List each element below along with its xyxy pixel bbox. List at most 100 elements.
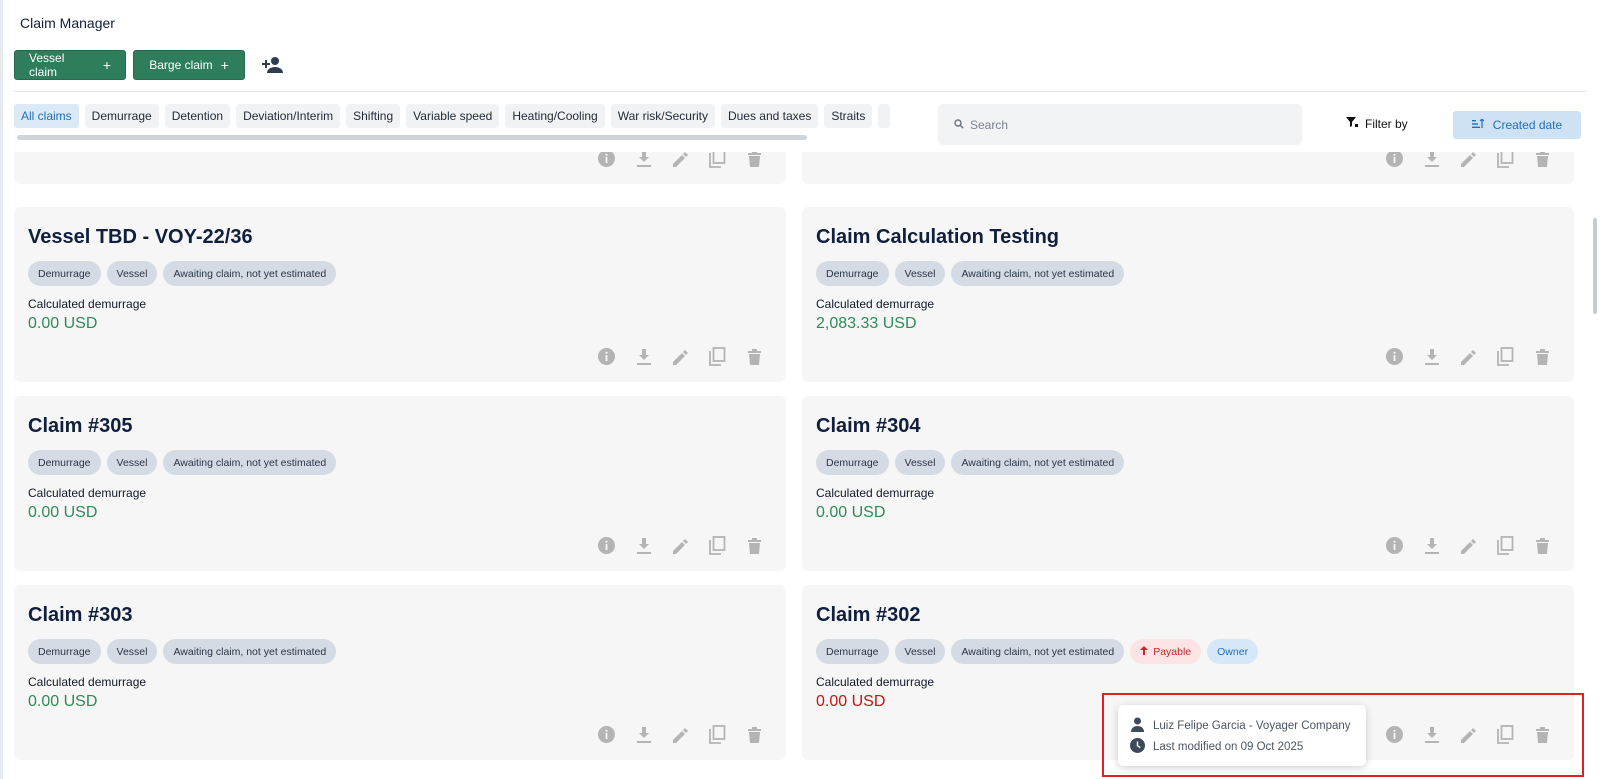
barge-claim-button[interactable]: Barge claim + xyxy=(133,50,245,80)
vessel-claim-button[interactable]: Vessel claim + xyxy=(14,50,126,80)
trash-icon[interactable] xyxy=(743,723,766,746)
claim-card[interactable]: Vessel TBD - VOY-22/36 Demurrage Vessel … xyxy=(14,207,786,382)
copy-icon[interactable] xyxy=(1494,345,1517,368)
tag-status: Awaiting claim, not yet estimated xyxy=(163,261,337,286)
tooltip-modified-text: Last modified on 09 Oct 2025 xyxy=(1153,741,1304,753)
card-actions xyxy=(1383,152,1554,170)
tooltip-user-text: Luiz Felipe Garcia - Voyager Company xyxy=(1153,720,1351,732)
copy-icon[interactable] xyxy=(706,345,729,368)
info-icon[interactable] xyxy=(1383,723,1406,746)
tag-category: Vessel xyxy=(894,261,946,286)
trash-icon[interactable] xyxy=(743,534,766,557)
copy-icon[interactable] xyxy=(1494,534,1517,557)
info-icon[interactable] xyxy=(595,534,618,557)
edit-icon[interactable] xyxy=(1457,345,1480,368)
tag-status: Awaiting claim, not yet estimated xyxy=(951,639,1125,664)
tab-overflow[interactable] xyxy=(878,104,891,128)
calculated-label: Calculated demurrage xyxy=(816,486,935,500)
info-icon[interactable] xyxy=(595,345,618,368)
copy-icon[interactable] xyxy=(1494,152,1517,170)
vessel-claim-label: Vessel claim xyxy=(29,51,65,79)
edit-icon[interactable] xyxy=(669,345,692,368)
tag-type: Demurrage xyxy=(816,450,889,475)
calculated-label: Calculated demurrage xyxy=(816,675,935,689)
tab-detention[interactable]: Detention xyxy=(164,104,231,128)
card-actions xyxy=(595,345,766,368)
info-icon[interactable] xyxy=(595,152,618,170)
tab-all-claims[interactable]: All claims xyxy=(14,104,79,128)
claim-card[interactable]: Claim #303 Demurrage Vessel Awaiting cla… xyxy=(14,585,786,760)
trash-icon[interactable] xyxy=(1531,723,1554,746)
tabs-scrollbar[interactable] xyxy=(17,135,807,140)
claim-card[interactable]: Claim #304 Demurrage Vessel Awaiting cla… xyxy=(802,396,1574,571)
claim-card[interactable]: Claim Calculation Testing Demurrage Vess… xyxy=(802,207,1574,382)
claim-type-tabs: All claims Demurrage Detention Deviation… xyxy=(14,104,900,130)
calculated-amount: 0.00 USD xyxy=(816,693,886,710)
copy-icon[interactable] xyxy=(706,534,729,557)
arrow-up-icon xyxy=(1140,645,1149,658)
edit-icon[interactable] xyxy=(1457,152,1480,170)
tab-deviation-interim[interactable]: Deviation/Interim xyxy=(236,104,341,128)
tag-type: Demurrage xyxy=(816,639,889,664)
card-actions xyxy=(1383,723,1554,746)
trash-icon[interactable] xyxy=(1531,534,1554,557)
add-person-icon[interactable] xyxy=(260,52,286,78)
trash-icon[interactable] xyxy=(1531,152,1554,170)
search-box[interactable] xyxy=(938,104,1302,145)
copy-icon[interactable] xyxy=(706,152,729,170)
trash-icon[interactable] xyxy=(743,345,766,368)
tab-war-risk-security[interactable]: War risk/Security xyxy=(610,104,715,128)
claim-card[interactable]: Claim #305 Demurrage Vessel Awaiting cla… xyxy=(14,396,786,571)
header-divider xyxy=(14,91,1586,92)
info-icon[interactable] xyxy=(595,723,618,746)
claim-tags: Demurrage Vessel Awaiting claim, not yet… xyxy=(816,639,1259,664)
tooltip-modified-row: Last modified on 09 Oct 2025 xyxy=(1130,738,1303,756)
search-input[interactable] xyxy=(970,117,1270,132)
edit-icon[interactable] xyxy=(669,152,692,170)
person-icon xyxy=(1130,717,1145,735)
copy-icon[interactable] xyxy=(706,723,729,746)
download-icon[interactable] xyxy=(632,345,655,368)
card-actions xyxy=(1383,345,1554,368)
download-icon[interactable] xyxy=(632,152,655,170)
tag-type: Demurrage xyxy=(28,639,101,664)
tag-category: Vessel xyxy=(106,450,158,475)
tab-dues-and-taxes[interactable]: Dues and taxes xyxy=(720,104,819,128)
download-icon[interactable] xyxy=(632,534,655,557)
tag-type: Demurrage xyxy=(28,450,101,475)
download-icon[interactable] xyxy=(1420,152,1443,170)
tab-demurrage[interactable]: Demurrage xyxy=(84,104,159,128)
claims-list: Vessel TBD - VOY-22/36 Demurrage Vessel … xyxy=(0,152,1600,779)
download-icon[interactable] xyxy=(1420,345,1443,368)
info-icon[interactable] xyxy=(1383,152,1406,170)
download-icon[interactable] xyxy=(1420,534,1443,557)
sort-created-date-button[interactable]: Created date xyxy=(1453,111,1581,139)
edit-icon[interactable] xyxy=(669,534,692,557)
claim-card[interactable] xyxy=(14,152,786,184)
edit-icon[interactable] xyxy=(669,723,692,746)
download-icon[interactable] xyxy=(632,723,655,746)
page-scrollbar[interactable] xyxy=(1593,218,1597,314)
download-icon[interactable] xyxy=(1420,723,1443,746)
trash-icon[interactable] xyxy=(743,152,766,170)
info-icon[interactable] xyxy=(1383,345,1406,368)
card-actions xyxy=(1383,534,1554,557)
filter-by-button[interactable]: Filter by xyxy=(1346,116,1408,131)
edit-icon[interactable] xyxy=(1457,534,1480,557)
claim-manager-app: Claim Manager Vessel claim + Barge claim… xyxy=(0,0,1600,779)
edit-icon[interactable] xyxy=(1457,723,1480,746)
sort-label: Created date xyxy=(1492,118,1563,132)
tag-category: Vessel xyxy=(894,639,946,664)
claim-card[interactable] xyxy=(802,152,1574,184)
filter-icon xyxy=(1346,116,1358,131)
info-icon[interactable] xyxy=(1383,534,1406,557)
tab-shifting[interactable]: Shifting xyxy=(346,104,401,128)
tab-variable-speed[interactable]: Variable speed xyxy=(406,104,500,128)
calculated-label: Calculated demurrage xyxy=(28,486,147,500)
tab-straits[interactable]: Straits xyxy=(824,104,873,128)
trash-icon[interactable] xyxy=(1531,345,1554,368)
copy-icon[interactable] xyxy=(1494,723,1517,746)
plus-icon: + xyxy=(102,57,111,73)
claim-tags: Demurrage Vessel Awaiting claim, not yet… xyxy=(816,261,1125,286)
tab-heating-cooling[interactable]: Heating/Cooling xyxy=(505,104,605,128)
